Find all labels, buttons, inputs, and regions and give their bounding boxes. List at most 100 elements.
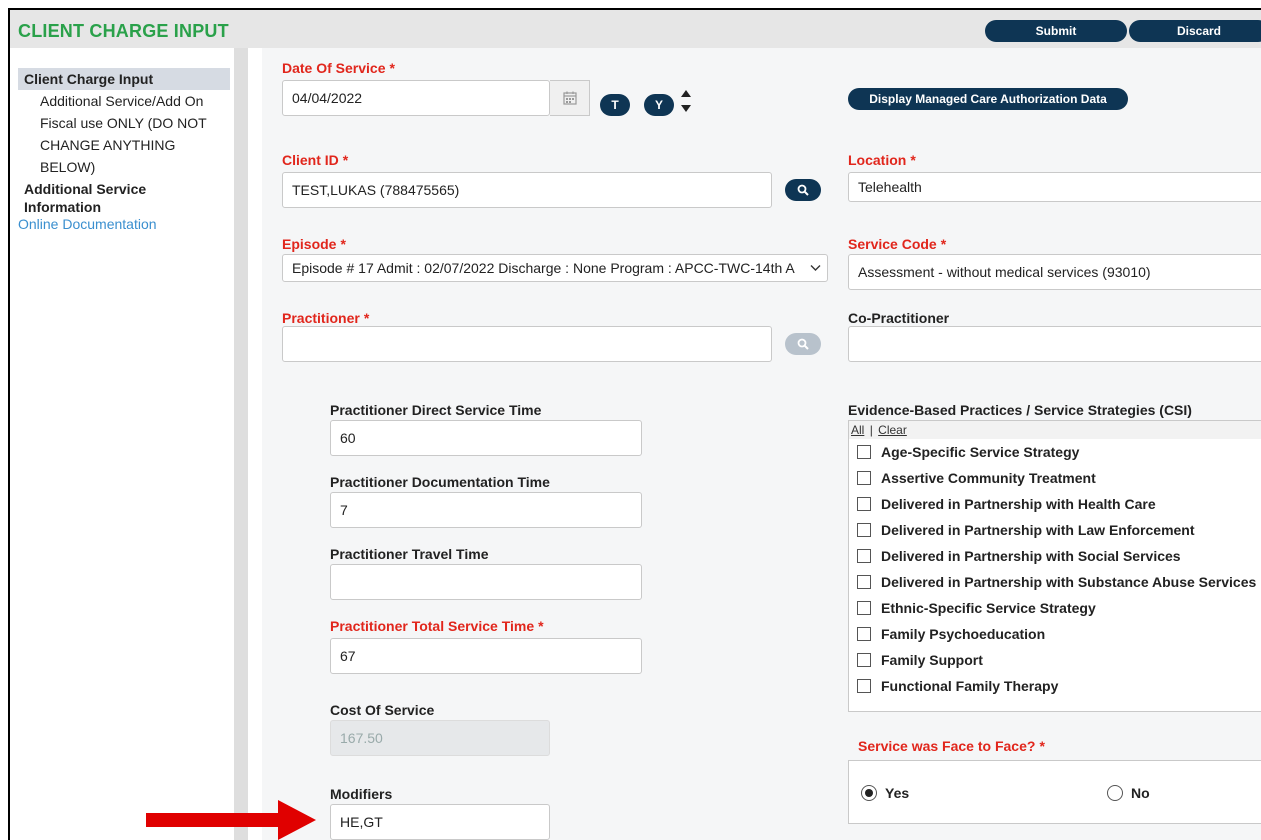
location-label: Location * (848, 152, 916, 168)
required-star: * (342, 152, 349, 168)
csi-item[interactable]: Delivered in Partnership with Substance … (849, 569, 1261, 595)
csi-item[interactable]: Family Support (849, 647, 1261, 673)
csi-item[interactable]: Delivered in Partnership with Social Ser… (849, 543, 1261, 569)
csi-item-label: Delivered in Partnership with Substance … (881, 574, 1257, 590)
total-service-time-input[interactable]: 67 (330, 638, 642, 674)
practitioner-input[interactable] (282, 326, 772, 362)
face-to-face-label: Service was Face to Face? * (858, 738, 1045, 754)
csi-item-label: Assertive Community Treatment (881, 470, 1096, 486)
face-to-face-options: Yes No (848, 760, 1261, 824)
csi-item-label: Delivered in Partnership with Law Enforc… (881, 522, 1195, 538)
csi-item-label: Age-Specific Service Strategy (881, 444, 1080, 460)
csi-item[interactable]: Ethnic-Specific Service Strategy (849, 595, 1261, 621)
travel-time-input[interactable] (330, 564, 642, 600)
link-separator: | (869, 423, 873, 437)
top-bar: CLIENT CHARGE INPUT Submit Discard (10, 10, 1261, 48)
required-star: * (340, 236, 346, 252)
checkbox[interactable] (857, 575, 871, 589)
form-panel: Date Of Service * 04/04/2022 T Y Display … (262, 48, 1261, 840)
app-window: CLIENT CHARGE INPUT Submit Discard Clien… (8, 8, 1261, 840)
sidebar-item-fiscal-use[interactable]: Fiscal use ONLY (DO NOT (18, 112, 230, 134)
service-code-label: Service Code * (848, 236, 946, 252)
service-code-label-text: Service Code (848, 236, 937, 252)
travel-time-label: Practitioner Travel Time (330, 546, 489, 562)
date-of-service-input[interactable]: 04/04/2022 (282, 80, 550, 116)
client-id-label: Client ID * (282, 152, 348, 168)
csi-item-label: Delivered in Partnership with Health Car… (881, 496, 1156, 512)
today-button[interactable]: T (600, 94, 630, 116)
csi-item[interactable]: Functional Family Therapy (849, 673, 1261, 699)
face-to-face-no-radio[interactable]: No (1107, 785, 1150, 801)
required-star: * (1039, 738, 1045, 754)
csi-item[interactable]: Assertive Community Treatment (849, 465, 1261, 491)
csi-label: Evidence-Based Practices / Service Strat… (848, 402, 1192, 418)
sidebar-item-client-charge-input[interactable]: Client Charge Input (18, 68, 230, 90)
submit-button[interactable]: Submit (985, 20, 1127, 42)
yesterday-button[interactable]: Y (644, 94, 674, 116)
required-star: * (538, 618, 544, 634)
calendar-icon (562, 91, 577, 105)
direct-service-time-label: Practitioner Direct Service Time (330, 402, 542, 418)
checkbox[interactable] (857, 653, 871, 667)
csi-checkbox-list: All | Clear Age-Specific Service Strateg… (848, 420, 1261, 712)
chevron-down-icon (810, 265, 821, 271)
discard-button[interactable]: Discard (1129, 20, 1261, 42)
sidebar-item-additional-service[interactable]: Additional Service/Add On (18, 90, 230, 112)
select-all-link[interactable]: All (851, 423, 864, 437)
cost-of-service-input: 167.50 (330, 720, 550, 756)
radio-selected-indicator (861, 785, 877, 801)
cost-of-service-label: Cost Of Service (330, 702, 435, 718)
checkbox[interactable] (857, 601, 871, 615)
co-practitioner-label: Co-Practitioner (848, 310, 950, 326)
episode-label-text: Episode (282, 236, 337, 252)
checkbox[interactable] (857, 679, 871, 693)
face-to-face-label-text: Service was Face to Face? (858, 738, 1036, 754)
documentation-time-input[interactable]: 7 (330, 492, 642, 528)
documentation-time-label: Practitioner Documentation Time (330, 474, 550, 490)
episode-select[interactable]: Episode # 17 Admit : 02/07/2022 Discharg… (282, 254, 828, 282)
radio-yes-label: Yes (885, 785, 910, 801)
csi-item[interactable]: Family Psychoeducation (849, 621, 1261, 647)
location-input[interactable]: Telehealth (848, 172, 1261, 202)
page-title: CLIENT CHARGE INPUT (18, 21, 229, 41)
service-code-select[interactable]: Assessment - without medical services (9… (848, 254, 1261, 290)
checkbox[interactable] (857, 549, 871, 563)
total-service-time-label-text: Practitioner Total Service Time (330, 618, 535, 634)
annotation-arrow-icon (146, 800, 316, 840)
client-id-input[interactable]: TEST,LUKAS (788475565) (282, 172, 772, 208)
csi-item[interactable]: Age-Specific Service Strategy (849, 439, 1261, 465)
sidebar: Client Charge Input Additional Service/A… (10, 48, 248, 840)
checkbox[interactable] (857, 627, 871, 641)
client-id-label-text: Client ID (282, 152, 339, 168)
csi-item-label: Ethnic-Specific Service Strategy (881, 600, 1096, 616)
csi-item[interactable]: Delivered in Partnership with Health Car… (849, 491, 1261, 517)
managed-care-authorization-button[interactable]: Display Managed Care Authorization Data (848, 88, 1128, 110)
co-practitioner-input[interactable] (848, 326, 1261, 362)
search-icon (797, 184, 809, 196)
online-documentation-link[interactable]: Online Documentation (18, 216, 157, 232)
required-star: * (940, 236, 947, 252)
episode-label: Episode * (282, 236, 346, 252)
total-service-time-label: Practitioner Total Service Time * (330, 618, 544, 634)
checkbox[interactable] (857, 471, 871, 485)
sidebar-item-additional-service-information[interactable]: Additional Service Information (18, 178, 230, 218)
direct-service-time-input[interactable]: 60 (330, 420, 642, 456)
calendar-button[interactable] (550, 80, 590, 116)
sidebar-item-fiscal-use-line2[interactable]: CHANGE ANYTHING (18, 134, 230, 156)
radio-indicator (1107, 785, 1123, 801)
date-stepper-icon[interactable] (680, 88, 692, 114)
clear-link[interactable]: Clear (878, 423, 907, 437)
modifiers-input[interactable]: HE,GT (330, 804, 550, 840)
checkbox[interactable] (857, 445, 871, 459)
checkbox[interactable] (857, 523, 871, 537)
csi-item-label: Delivered in Partnership with Social Ser… (881, 548, 1181, 564)
sidebar-item-fiscal-use-line3[interactable]: BELOW) (18, 156, 230, 178)
practitioner-label: Practitioner * (282, 310, 369, 326)
search-icon (797, 338, 809, 350)
csi-item[interactable]: Delivered in Partnership with Law Enforc… (849, 517, 1261, 543)
client-search-button[interactable] (785, 179, 821, 201)
required-star: * (363, 310, 370, 326)
practitioner-search-button[interactable] (785, 333, 821, 355)
face-to-face-yes-radio[interactable]: Yes (861, 785, 909, 801)
checkbox[interactable] (857, 497, 871, 511)
